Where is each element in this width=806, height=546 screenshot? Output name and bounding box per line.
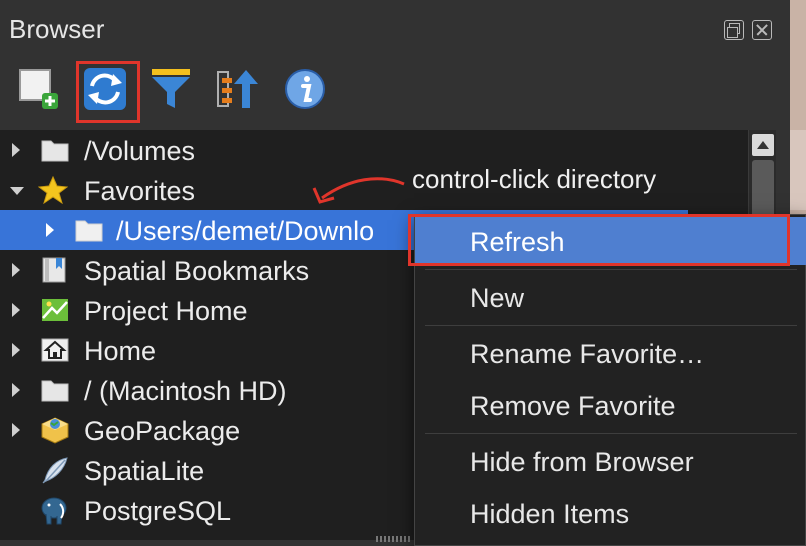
tree-item-label: /Users/demet/Downlo	[116, 216, 375, 246]
menu-item-label: Rename Favorite…	[470, 339, 705, 369]
menu-item-label: Remove Favorite	[470, 391, 676, 421]
tree-item-label: /Volumes	[84, 136, 196, 166]
menu-separator	[425, 325, 797, 326]
tree-item-label: Home	[84, 336, 157, 366]
expand-arrow-icon[interactable]	[12, 303, 20, 317]
menu-item-label: New	[470, 283, 525, 313]
folder-icon	[74, 216, 104, 244]
refresh-tool-highlight	[76, 61, 140, 123]
menu-item-rename-favorite[interactable]: Rename Favorite…	[415, 329, 806, 377]
annotation-text: control-click directory	[412, 164, 657, 194]
scroll-up-button[interactable]	[752, 134, 774, 156]
folder-icon	[40, 376, 70, 404]
elephant-icon	[38, 496, 68, 525]
expand-arrow-icon[interactable]	[12, 143, 20, 157]
menu-item-label: Hide from Browser	[470, 447, 694, 477]
folder-icon	[40, 136, 70, 164]
menu-item-remove-favorite[interactable]: Remove Favorite	[415, 381, 806, 429]
menu-separator	[425, 269, 797, 270]
menu-item-hide-from-browser[interactable]: Hide from Browser	[415, 437, 806, 485]
menu-item-new[interactable]: New	[415, 273, 806, 321]
filter-icon[interactable]	[146, 64, 196, 114]
info-icon[interactable]	[280, 64, 330, 114]
geopackage-icon	[40, 416, 70, 444]
close-panel-icon[interactable]	[752, 20, 772, 40]
tree-item-label: / (Macintosh HD)	[84, 376, 287, 406]
resize-grip[interactable]	[376, 536, 412, 542]
expand-arrow-icon[interactable]	[12, 383, 20, 397]
tree-item-label: Spatial Bookmarks	[84, 256, 310, 286]
menu-separator	[425, 433, 797, 434]
float-panel-icon[interactable]	[724, 20, 744, 40]
browser-panel: Browser /Volumes Favorites /Users/demet/…	[0, 0, 806, 546]
tree-item-label: GeoPackage	[84, 416, 241, 446]
expand-arrow-icon[interactable]	[12, 423, 20, 437]
panel-titlebar: Browser	[0, 0, 790, 52]
expand-arrow-icon[interactable]	[12, 343, 20, 357]
project-home-icon	[40, 296, 70, 324]
collapse-arrow-icon[interactable]	[10, 187, 24, 195]
tree-item-label: PostgreSQL	[84, 496, 232, 526]
expand-arrow-icon[interactable]	[46, 223, 54, 237]
feather-icon	[40, 456, 70, 484]
home-icon	[40, 336, 70, 364]
browser-toolbar	[0, 56, 790, 126]
expand-arrow-icon[interactable]	[12, 263, 20, 277]
panel-title: Browser	[9, 14, 105, 44]
tree-item-label: SpatiaLite	[84, 456, 205, 486]
collapse-all-icon[interactable]	[212, 64, 262, 114]
add-layer-icon[interactable]	[14, 64, 64, 114]
star-icon	[37, 175, 69, 205]
tree-item-label: Project Home	[84, 296, 248, 326]
menu-item-hidden-items[interactable]: Hidden Items	[415, 489, 806, 537]
annotation-arrow-icon	[312, 177, 405, 204]
refresh-menu-highlight	[408, 214, 790, 266]
scroll-thumb[interactable]	[752, 160, 774, 220]
tree-item-label: Favorites	[84, 176, 196, 206]
menu-item-label: Hidden Items	[470, 499, 630, 529]
bookmark-icon	[40, 256, 70, 284]
